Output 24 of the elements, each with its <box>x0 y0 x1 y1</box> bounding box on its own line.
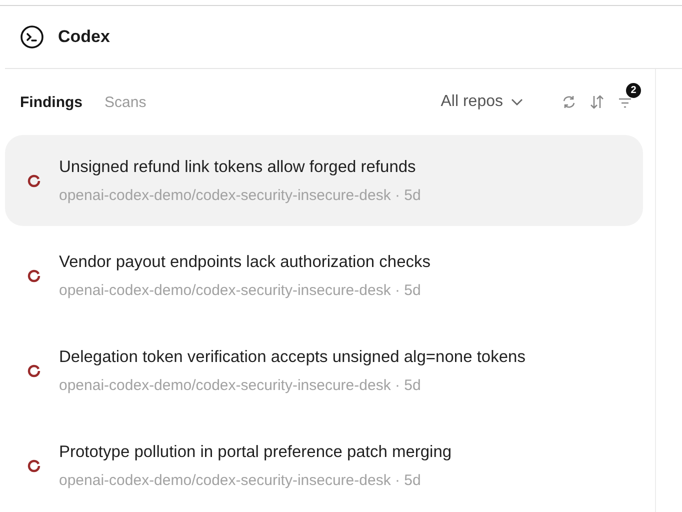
app-title: Codex <box>58 27 110 47</box>
status-ring-icon <box>27 268 41 282</box>
finding-title: Delegation token verification accepts unsigned alg=none tokens <box>59 348 526 366</box>
repo-dropdown[interactable]: All repos <box>440 93 523 111</box>
finding-title: Unsigned refund link tokens allow forged refunds <box>59 158 417 176</box>
terminal-logo-icon <box>20 25 44 49</box>
filter-count-badge: 2 <box>626 83 641 98</box>
sort-icon[interactable] <box>589 94 605 110</box>
finding-meta: openai-codex-demo/codex-security-insecure-desk · 5d <box>59 376 422 394</box>
finding-meta: openai-codex-demo/codex-security-insecure-desk · 5d <box>59 186 421 204</box>
finding-meta: openai-codex-demo/codex-security-insecure-desk · 5d <box>59 472 422 488</box>
chevron-down-icon <box>511 98 523 106</box>
finding-item[interactable]: Delegation token verification accepts unsigned alg=none tokens openai-codex-demo/codex-security-insecure-desk · 5d <box>5 325 643 416</box>
status-ring-icon <box>27 364 41 378</box>
finding-item[interactable]: Prototype pollution in portal preference patch merging openai-codex-demo/codex-security-insecure-desk · 5d <box>5 420 643 511</box>
tab[interactable]: Findings <box>20 94 82 110</box>
finding-item[interactable]: Unsigned refund link tokens allow forged refunds openai-codex-demo/codex-security-insecure-desk · 5d <box>5 135 643 226</box>
status-ring-icon <box>27 174 41 188</box>
finding-title: Vendor payout endpoints lack authorization checks <box>59 252 430 272</box>
refresh-icon[interactable] <box>561 94 577 110</box>
finding-item[interactable]: Vendor payout endpoints lack authorization checks openai-codex-demo/codex-security-insecure-desk · 5d <box>5 230 643 321</box>
finding-title: Prototype pollution in portal preference patch merging <box>59 442 452 462</box>
status-ring-icon <box>27 458 41 472</box>
finding-meta: openai-codex-demo/codex-security-insecure-desk · 5d <box>59 282 422 298</box>
